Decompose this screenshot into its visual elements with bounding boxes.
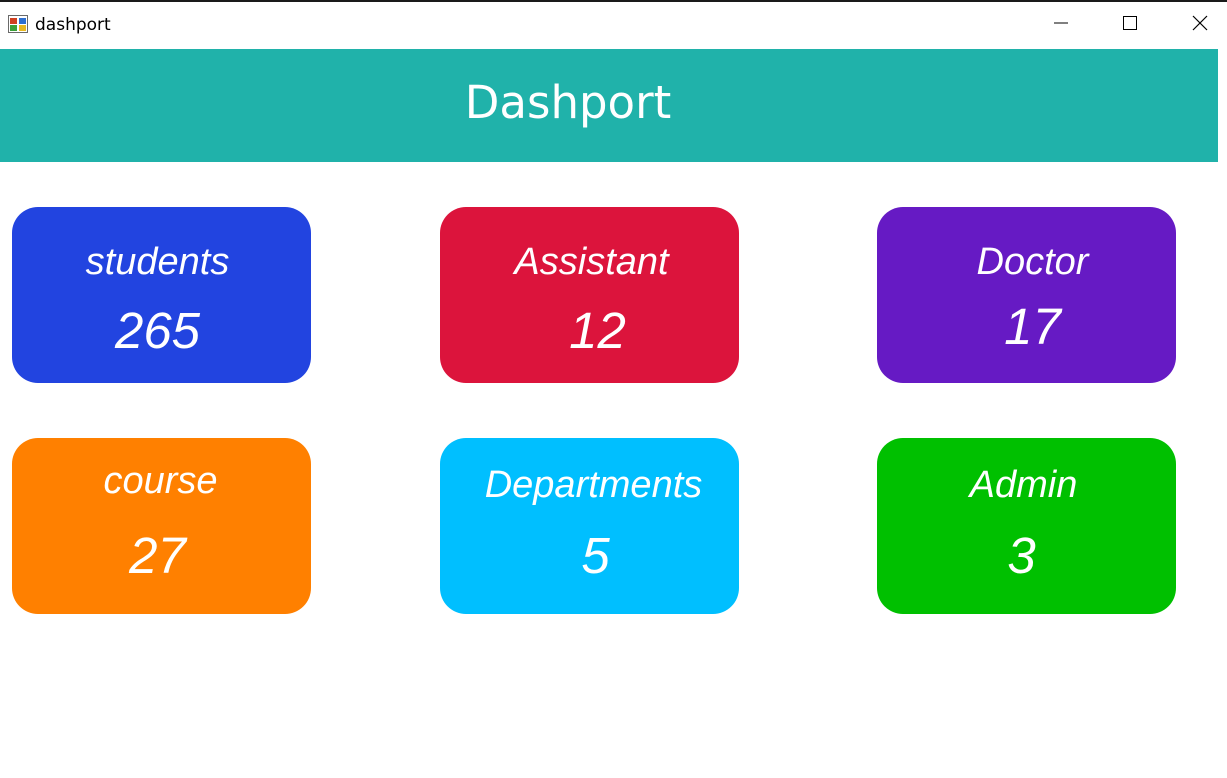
card-admin[interactable]: Admin 3 [877, 438, 1176, 614]
card-label: Departments [484, 464, 703, 506]
card-assistant[interactable]: Assistant 12 [440, 207, 739, 383]
card-departments[interactable]: Departments 5 [440, 438, 739, 614]
card-label: course [103, 460, 218, 502]
card-count: 3 [1007, 527, 1036, 584]
app-window: dashport Dashport students 265 Assistant… [0, 0, 1227, 778]
card-students[interactable]: students 265 [12, 207, 311, 383]
card-label: students [85, 241, 230, 283]
title-bar[interactable]: dashport [0, 2, 1227, 48]
minimize-icon [1053, 15, 1069, 36]
card-count: 5 [581, 527, 610, 584]
minimize-button[interactable] [1026, 2, 1096, 48]
card-label: Assistant [514, 241, 669, 283]
page-title: Dashport [464, 76, 672, 129]
card-label: Doctor [976, 241, 1089, 283]
close-icon [1192, 15, 1208, 36]
card-count: 17 [1004, 298, 1061, 355]
card-course[interactable]: course 27 [12, 438, 311, 614]
window-title: dashport [35, 15, 111, 35]
card-count: 27 [129, 527, 186, 584]
dashboard-header: Dashport [0, 49, 1218, 162]
maximize-button[interactable] [1095, 2, 1165, 48]
card-doctor[interactable]: Doctor 17 [877, 207, 1176, 383]
card-label: Admin [969, 464, 1078, 506]
maximize-icon [1122, 15, 1138, 36]
card-count: 265 [114, 302, 201, 359]
card-count: 12 [569, 302, 626, 359]
close-button[interactable] [1165, 2, 1227, 48]
app-window-icon [8, 15, 28, 33]
